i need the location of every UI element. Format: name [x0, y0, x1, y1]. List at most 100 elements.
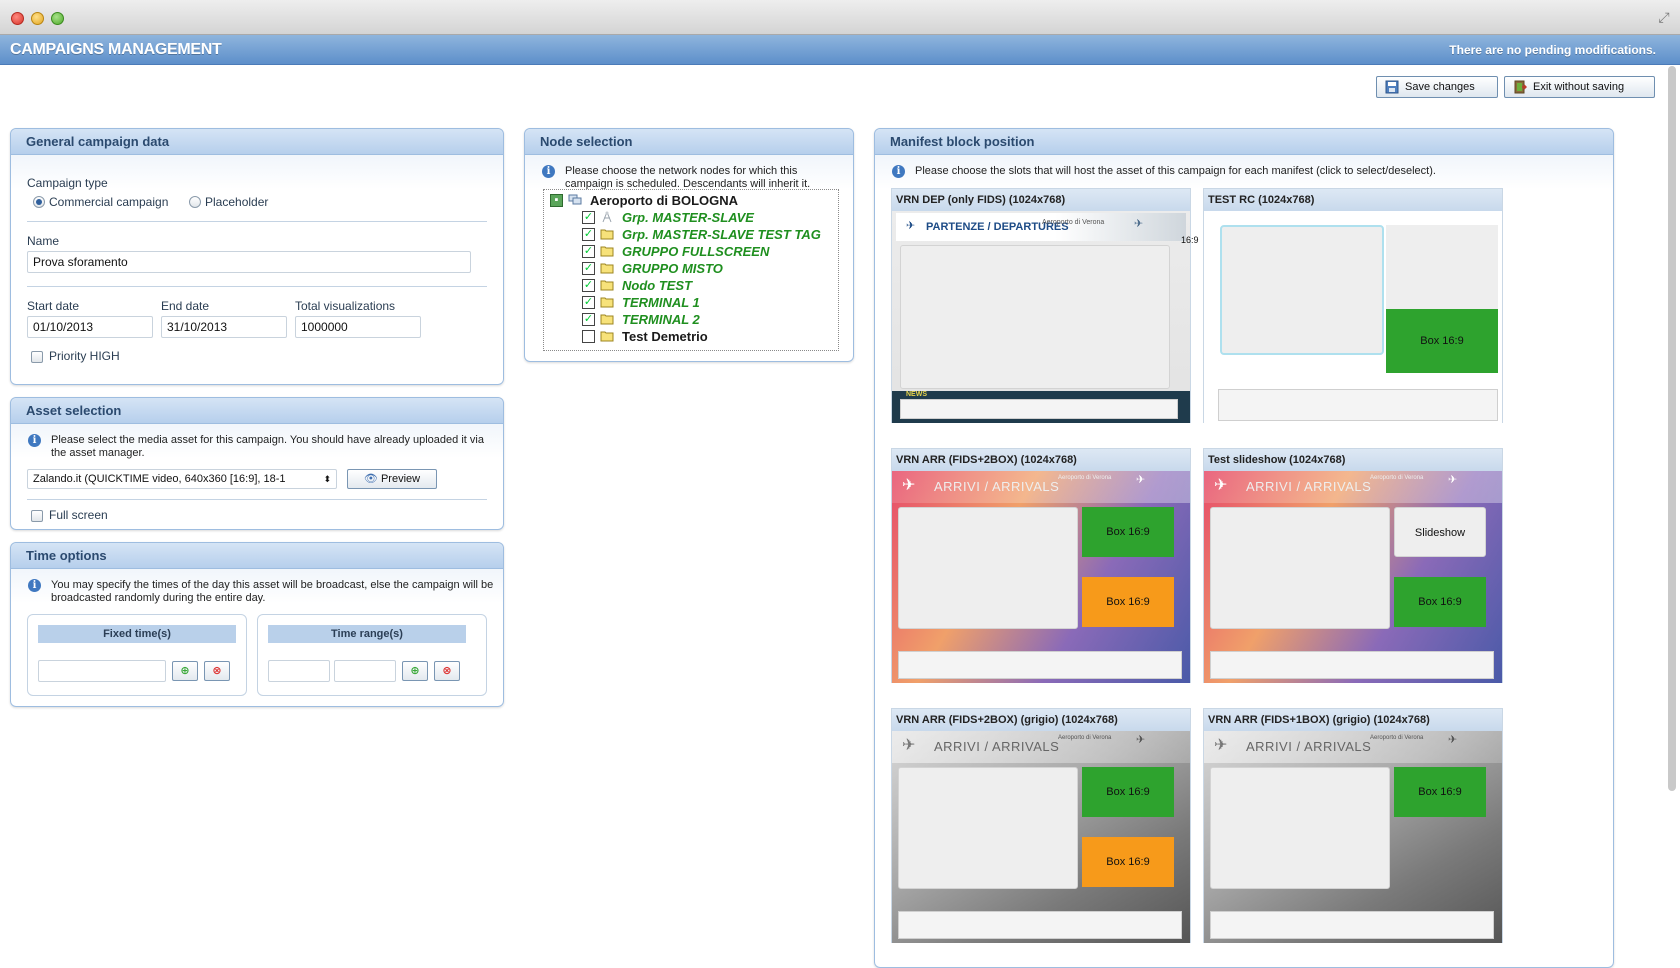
commercial-campaign-label: Commercial campaign: [49, 195, 169, 209]
window-titlebar: ⤢: [0, 0, 1680, 35]
ticker-slot[interactable]: [1210, 651, 1494, 679]
manifest-card[interactable]: VRN ARR (FIDS+2BOX) (1024x768) ✈ ARRIVI …: [891, 448, 1191, 683]
add-time-range-button[interactable]: ⊕: [402, 661, 428, 681]
asset-selection-panel: Asset selection i Please select the medi…: [10, 397, 504, 530]
folder-icon: [600, 314, 614, 325]
manifest-slot-box[interactable]: Box 16:9: [1082, 837, 1174, 887]
manifest-preview: ✈ ARRIVI / ARRIVALS Aeroporto di Verona …: [1204, 471, 1502, 683]
radio-commercial-campaign[interactable]: [33, 196, 45, 208]
fixed-time-input[interactable]: [38, 660, 166, 682]
window-close-button[interactable]: [11, 12, 24, 25]
node-checkbox[interactable]: ✓: [582, 228, 595, 241]
arrivals-banner-label: ARRIVI / ARRIVALS: [934, 479, 1060, 494]
full-screen-checkbox[interactable]: [31, 510, 43, 522]
start-date-input[interactable]: 01/10/2013: [27, 316, 153, 338]
manifest-slot-box[interactable]: Box 16:9: [1394, 577, 1486, 627]
time-range-start-input[interactable]: [268, 660, 330, 682]
arrivals-banner-label: ARRIVI / ARRIVALS: [1246, 739, 1372, 754]
add-icon: ⊕: [180, 665, 190, 677]
manifest-slot[interactable]: [898, 767, 1078, 889]
airport-logo-label: Aeroporto di Verona: [1370, 735, 1424, 741]
airport-logo-label: Aeroporto di Verona: [1058, 475, 1112, 481]
time-range-end-input[interactable]: [334, 660, 396, 682]
manifest-preview: ✈ ARRIVI / ARRIVALS Aeroporto di Verona …: [1204, 731, 1502, 943]
ticker-slot[interactable]: [898, 911, 1182, 939]
manifest-slot[interactable]: [1220, 225, 1384, 355]
preview-button[interactable]: 👁 Preview: [347, 469, 437, 489]
manifest-title: VRN ARR (FIDS+2BOX) (grigio) (1024x768): [892, 709, 1190, 731]
airport-logo-label: Aeroporto di Verona: [1042, 219, 1105, 226]
node-selection-header: Node selection: [525, 129, 853, 155]
window-zoom-button[interactable]: [51, 12, 64, 25]
manifest-info-text: Please choose the slots that will host t…: [915, 165, 1436, 177]
priority-high-checkbox[interactable]: [31, 351, 43, 363]
node-label: GRUPPO MISTO: [622, 261, 723, 276]
manifest-card[interactable]: VRN DEP (only FIDS) (1024x768) ✈ PARTENZ…: [891, 188, 1199, 423]
window-minimize-button[interactable]: [31, 12, 44, 25]
vertical-scrollbar[interactable]: [1668, 66, 1676, 791]
ticker-slot[interactable]: [1210, 911, 1494, 939]
asset-info-text: Please select the media asset for this c…: [51, 434, 484, 459]
airport-logo-label: Aeroporto di Verona: [1370, 475, 1424, 481]
manifest-slot-box[interactable]: Box 16:9: [1082, 507, 1174, 557]
airport-logo-label: Aeroporto di Verona: [1058, 735, 1112, 741]
asset-select[interactable]: Zalando.it (QUICKTIME video, 640x360 [16…: [27, 469, 337, 489]
remove-fixed-time-button[interactable]: ⊗: [204, 661, 230, 681]
node-checkbox[interactable]: ✓: [582, 245, 595, 258]
manifest-slot-box[interactable]: Box 16:9: [1386, 309, 1498, 373]
node-checkbox[interactable]: ✓: [582, 279, 595, 292]
manifest-title: VRN DEP (only FIDS) (1024x768): [892, 189, 1190, 211]
remove-icon: ⊗: [212, 665, 222, 677]
manifest-slot[interactable]: [900, 245, 1170, 389]
manifest-slot[interactable]: [1386, 225, 1498, 309]
node-checkbox[interactable]: ✓: [582, 313, 595, 326]
save-changes-button[interactable]: Save changes: [1376, 76, 1498, 98]
ticker-slot[interactable]: [1218, 389, 1498, 421]
ticker-slot[interactable]: [898, 651, 1182, 679]
manifest-card[interactable]: VRN ARR (FIDS+1BOX) (grigio) (1024x768) …: [1203, 708, 1503, 943]
ticker-slot[interactable]: [900, 399, 1178, 419]
add-icon: ⊕: [410, 665, 420, 677]
manifest-slot[interactable]: [1210, 507, 1390, 629]
manifest-slot[interactable]: [898, 507, 1078, 629]
manifest-card[interactable]: TEST RC (1024x768) Box 16:9: [1203, 188, 1503, 423]
time-options-panel: Time options i You may specify the times…: [10, 542, 504, 707]
node-checkbox[interactable]: [582, 330, 595, 343]
end-date-input[interactable]: 31/10/2013: [161, 316, 287, 338]
info-icon: i: [28, 434, 41, 447]
folder-icon: [600, 297, 614, 308]
manifest-title: VRN ARR (FIDS+1BOX) (grigio) (1024x768): [1204, 709, 1502, 731]
node-checkbox[interactable]: ✓: [582, 262, 595, 275]
time-ranges-group: Time range(s) ⊕ ⊗: [257, 614, 487, 696]
manifest-card[interactable]: Test slideshow (1024x768) ✈ ARRIVI / ARR…: [1203, 448, 1503, 683]
general-campaign-panel: General campaign data Campaign type Comm…: [10, 128, 504, 385]
fullscreen-icon[interactable]: ⤢: [1656, 9, 1672, 25]
manifest-slot-box[interactable]: Box 16:9: [1394, 767, 1486, 817]
total-visualizations-input[interactable]: 1000000: [295, 316, 421, 338]
remove-time-range-button[interactable]: ⊗: [434, 661, 460, 681]
manifest-slot-slideshow[interactable]: Slideshow: [1394, 507, 1486, 557]
save-icon: [1385, 80, 1399, 94]
time-info-text: You may specify the times of the day thi…: [51, 579, 494, 604]
manifest-slot-box[interactable]: Box 16:9: [1082, 767, 1174, 817]
name-input[interactable]: Prova sforamento: [27, 251, 471, 273]
node-checkbox[interactable]: ✓: [582, 296, 595, 309]
eye-icon: 👁: [363, 473, 378, 485]
node-label: GRUPPO FULLSCREEN: [622, 244, 770, 259]
manifest-slot-box[interactable]: Box 16:9: [1082, 577, 1174, 627]
add-fixed-time-button[interactable]: ⊕: [172, 661, 198, 681]
folder-icon: [600, 263, 614, 274]
tree-root-checkbox[interactable]: ▪: [550, 194, 563, 207]
news-ticker: NEWS: [892, 391, 1190, 423]
node-checkbox[interactable]: ✓: [582, 211, 595, 224]
exit-without-saving-button[interactable]: Exit without saving: [1504, 76, 1655, 98]
placeholder-label: Placeholder: [205, 195, 269, 209]
node-label: Nodo TEST: [622, 278, 693, 293]
arrivals-icon: ✈: [902, 737, 916, 754]
radio-placeholder[interactable]: [189, 196, 201, 208]
info-icon: i: [542, 165, 555, 178]
news-ticker-label: NEWS: [906, 391, 927, 398]
manifest-slot[interactable]: [1210, 767, 1390, 889]
manifest-card[interactable]: VRN ARR (FIDS+2BOX) (grigio) (1024x768) …: [891, 708, 1191, 943]
info-icon: i: [892, 165, 905, 178]
